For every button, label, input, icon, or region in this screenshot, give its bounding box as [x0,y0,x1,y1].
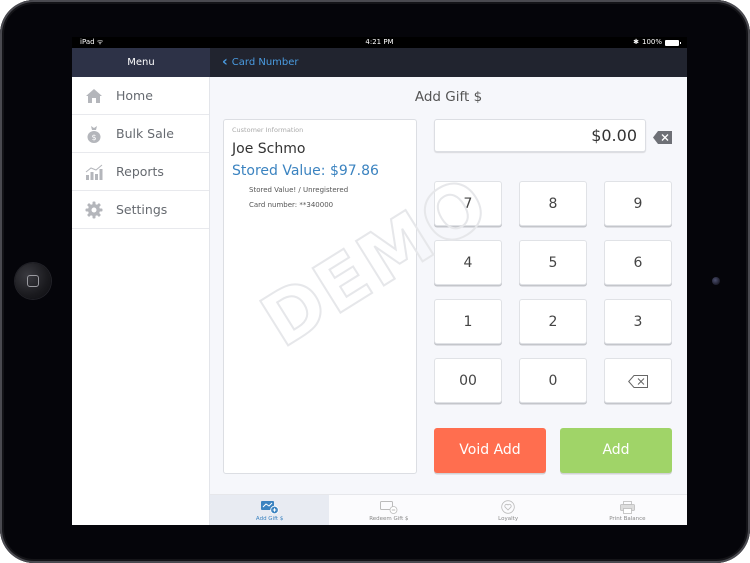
tab-bar: Add Gift $ Redeem Gift $ Loyalty Print B… [210,494,687,525]
home-icon [72,88,116,104]
customer-info-card: Customer Information Joe Schmo Stored Va… [223,119,417,474]
money-bag-icon: $ [72,125,116,143]
key-0[interactable]: 0 [519,358,587,403]
add-gift-card-icon [260,501,279,514]
key-4[interactable]: 4 [434,240,502,285]
sidebar-item-settings[interactable]: Settings [72,191,209,229]
sidebar-item-label: Settings [116,202,168,217]
status-time: 4:21 PM [365,38,394,46]
sidebar-item-label: Home [116,88,153,103]
stored-value: Stored Value: $97.86 [232,163,379,179]
screen: iPad ᯤ 4:21 PM ✱ 100% Menu ‹ Card Number… [72,37,687,525]
key-1[interactable]: 1 [434,299,502,344]
amount-input[interactable]: $0.00 [434,119,646,152]
redeem-gift-card-icon [379,501,398,514]
menu-title: Menu [72,48,210,77]
customer-info-caption: Customer Information [232,126,304,134]
sidebar: Home $ Bulk Sale Reports Settings [72,77,210,525]
chart-icon [72,164,116,180]
heart-icon [501,500,515,514]
add-button[interactable]: Add [560,428,672,473]
status-bar: iPad ᯤ 4:21 PM ✱ 100% [72,37,687,48]
bluetooth-icon: ✱ [633,38,639,46]
camera [712,277,720,285]
battery-icon [665,39,681,46]
svg-text:$: $ [91,133,96,142]
tab-redeem-gift[interactable]: Redeem Gift $ [329,495,448,525]
tab-label: Add Gift $ [255,516,284,522]
tab-print-balance[interactable]: Print Balance [568,495,687,525]
customer-name: Joe Schmo [232,141,306,157]
page-title: Add Gift $ [414,89,483,105]
card-status: Stored Value! / Unregistered [249,186,349,194]
tab-label: Redeem Gift $ [369,516,409,522]
card-number: Card number: **340000 [249,201,334,209]
printer-icon [619,501,635,514]
sidebar-item-label: Reports [116,164,164,179]
tab-label: Print Balance [609,516,646,522]
back-button[interactable]: ‹ Card Number [222,48,299,77]
battery-percent: 100% [641,38,662,46]
sidebar-item-bulk-sale[interactable]: $ Bulk Sale [72,115,209,153]
home-hardware-button[interactable] [15,263,51,299]
key-7[interactable]: 7 [434,181,502,226]
tab-loyalty[interactable]: Loyalty [449,495,568,525]
void-add-button[interactable]: Void Add [434,428,546,473]
key-3[interactable]: 3 [604,299,672,344]
main-content: Add Gift $ Customer Information Joe Schm… [210,77,687,494]
key-8[interactable]: 8 [519,181,587,226]
sidebar-item-reports[interactable]: Reports [72,153,209,191]
backspace-icon [628,374,648,388]
key-backspace[interactable] [604,358,672,403]
gear-icon [72,201,116,219]
tab-label: Loyalty [498,516,519,522]
key-6[interactable]: 6 [604,240,672,285]
ipad-frame: iPad ᯤ 4:21 PM ✱ 100% Menu ‹ Card Number… [0,0,750,563]
sidebar-item-home[interactable]: Home [72,77,209,115]
key-2[interactable]: 2 [519,299,587,344]
sidebar-item-label: Bulk Sale [116,126,174,141]
status-right: ✱ 100% [633,37,681,48]
tab-add-gift[interactable]: Add Gift $ [210,495,330,525]
back-label: Card Number [231,57,299,68]
key-5[interactable]: 5 [519,240,587,285]
chevron-left-icon: ‹ [222,54,228,70]
clear-amount-icon[interactable] [653,129,672,144]
key-00[interactable]: 00 [434,358,502,403]
nav-bar: Menu ‹ Card Number [72,48,687,77]
key-9[interactable]: 9 [604,181,672,226]
